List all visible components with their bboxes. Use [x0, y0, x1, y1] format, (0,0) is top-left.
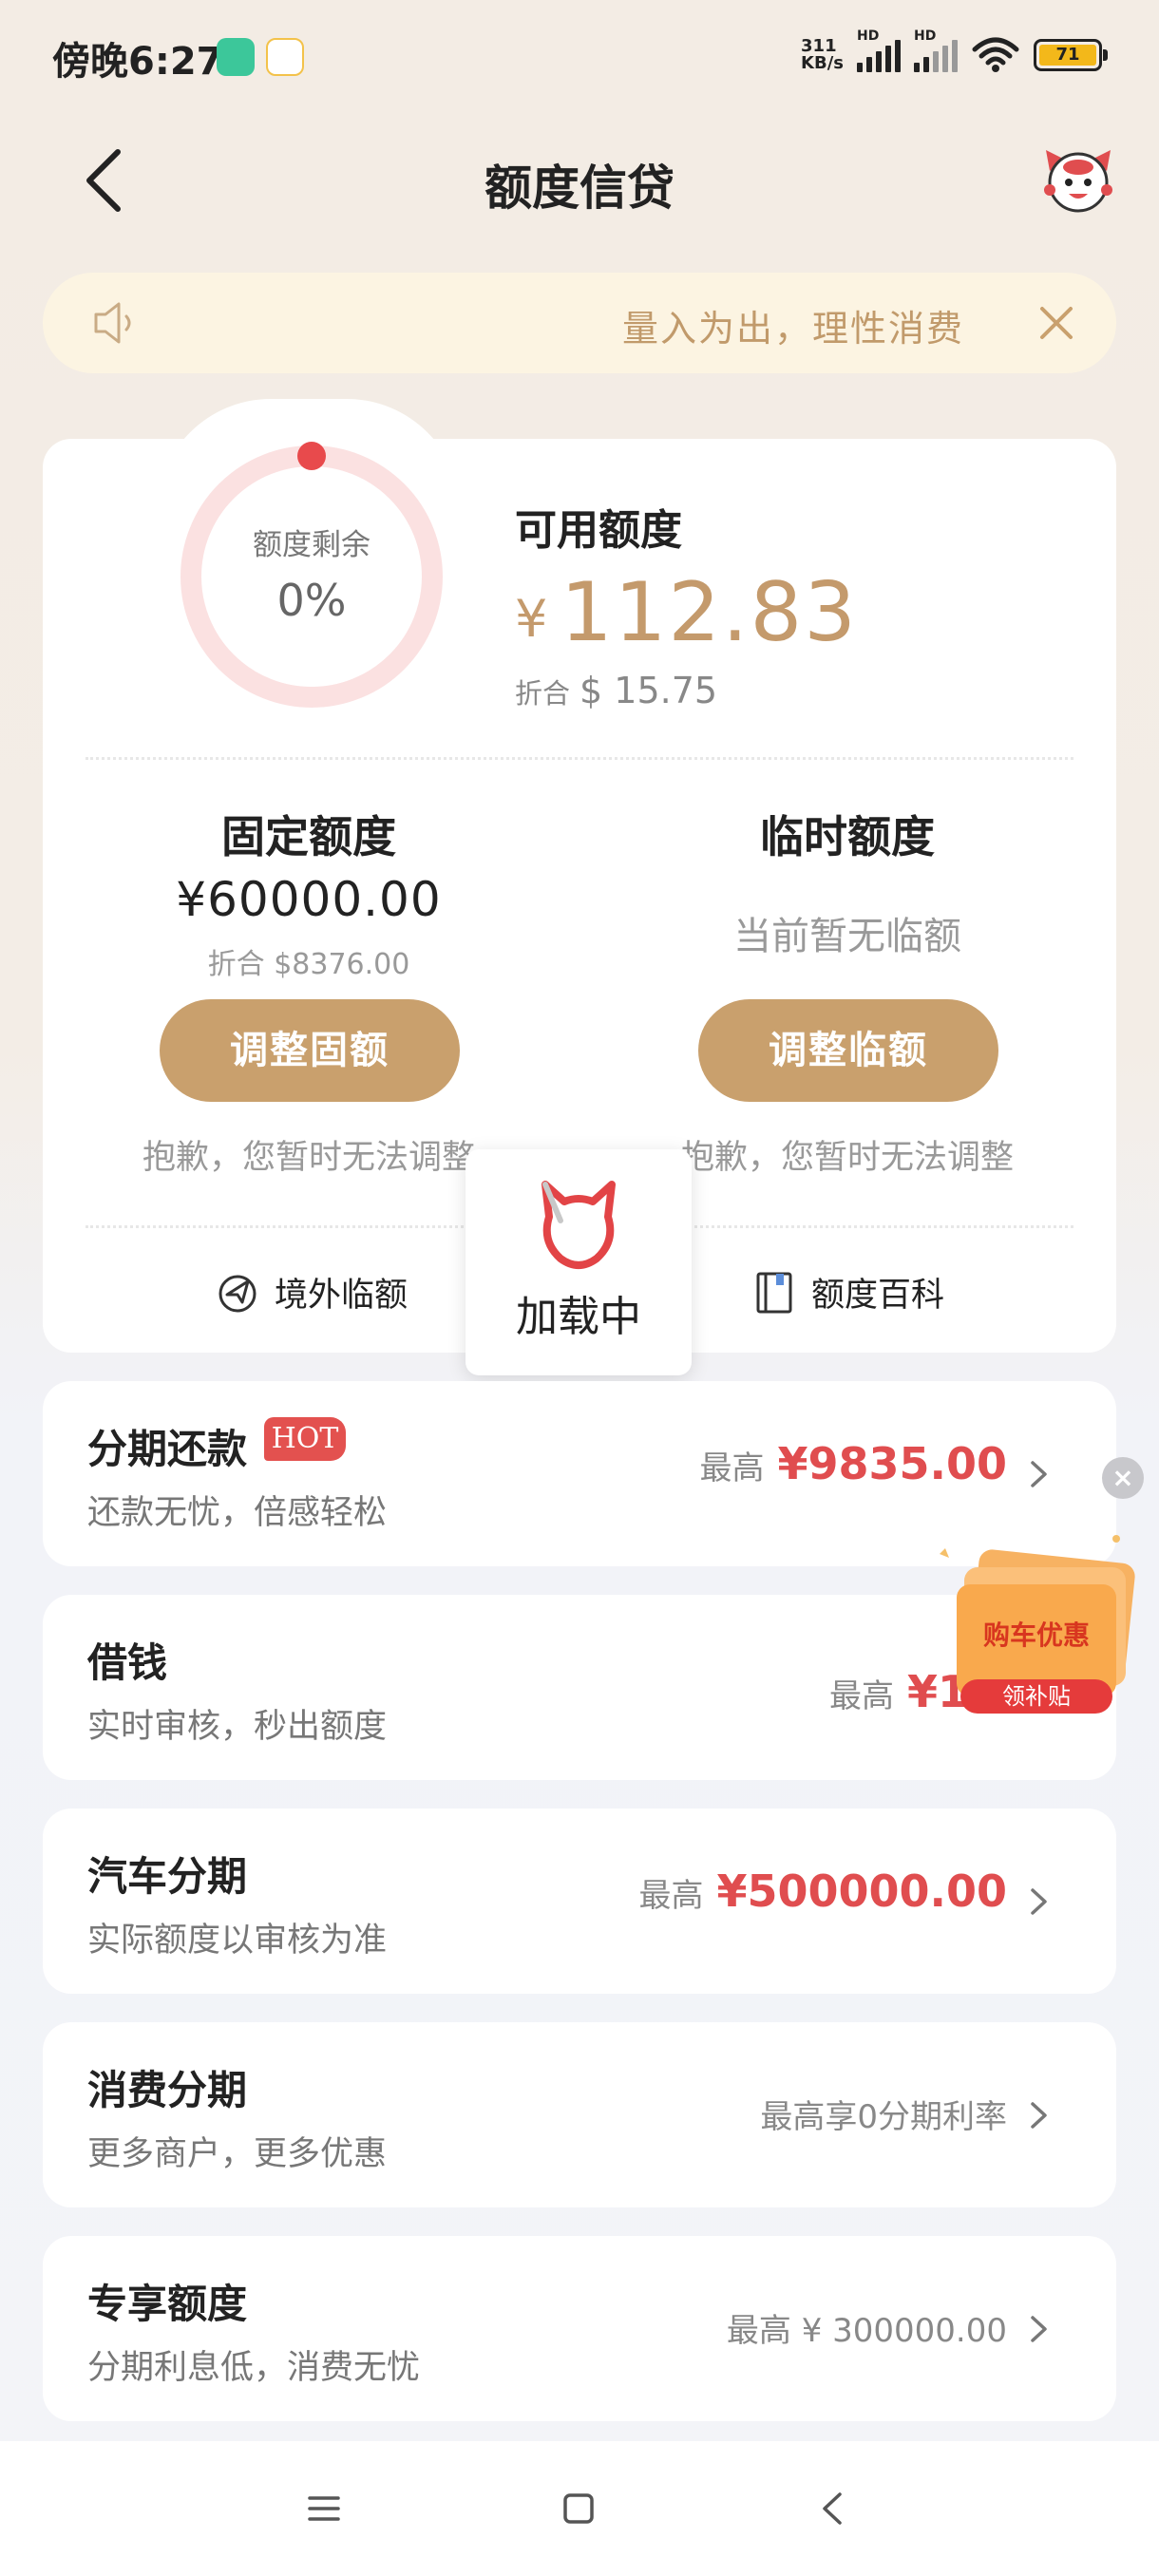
product-subtitle: 还款无忧，倍感轻松: [87, 1494, 388, 1532]
notice-text: 量入为出，理性消费: [621, 308, 964, 350]
equiv-label: 折合: [515, 677, 571, 710]
temp-title: 临时额度: [760, 811, 935, 862]
home-icon[interactable]: [557, 2487, 600, 2530]
max-amount: ¥500000.00: [716, 1866, 1007, 1917]
divider: [86, 757, 1074, 760]
status-time: 傍晚6:27: [52, 40, 223, 84]
signal-1-icon: HD: [857, 28, 901, 72]
product-card-exclusive-quota[interactable]: 专享额度 分期利息低，消费无忧 最高 ¥ 300000.00: [43, 2236, 1116, 2421]
product-subtitle: 更多商户，更多优惠: [87, 2135, 388, 2173]
promo-subtitle: 领补贴: [1002, 1683, 1071, 1710]
signal-2-icon: HD: [914, 28, 958, 72]
nav-back-icon[interactable]: [811, 2487, 855, 2530]
product-title: 借钱: [87, 1639, 168, 1686]
notice-bar: 量入为出，理性消费: [43, 273, 1116, 373]
product-right-text: 最高享0分期利率: [760, 2098, 1007, 2136]
ring-value: 0%: [276, 575, 347, 626]
plane-globe-icon: [218, 1275, 256, 1313]
battery-level: 71: [1039, 45, 1096, 66]
page-title: 额度信贷: [484, 161, 674, 216]
car-promo-float[interactable]: 购车优惠 领补贴: [936, 1520, 1150, 1724]
product-title: 分期还款: [87, 1426, 248, 1472]
available-equiv: 折合 $ 15.75: [515, 670, 717, 711]
ring-label: 额度剩余: [253, 528, 370, 562]
product-max-amount: 最高 ¥9835.00: [699, 1438, 1007, 1489]
product-card-car-installment[interactable]: 汽车分期 实际额度以审核为准 最高 ¥500000.00: [43, 1809, 1116, 1994]
quota-wiki-link[interactable]: 额度百科: [750, 1259, 944, 1325]
fixed-title: 固定额度: [221, 811, 396, 862]
available-label: 可用额度: [515, 506, 682, 555]
max-amount: ¥9835.00: [777, 1438, 1007, 1489]
wifi-icon: [972, 37, 1019, 72]
network-speed: 311 KB/s: [801, 38, 844, 72]
max-prefix: 最高: [638, 1877, 704, 1915]
hot-badge: HOT: [264, 1417, 346, 1461]
max-prefix: 最高: [699, 1449, 765, 1487]
product-max-amount: 最高 ¥500000.00: [638, 1866, 1007, 1917]
book-icon: [756, 1272, 792, 1314]
product-title: 消费分期: [87, 2067, 248, 2113]
fixed-equiv: 折合 $8376.00: [207, 948, 410, 981]
available-amount: 112.83: [560, 565, 858, 660]
overseas-link-label: 境外临额: [275, 1276, 408, 1315]
wiki-link-label: 额度百科: [811, 1276, 945, 1315]
equiv-amount: $ 15.75: [580, 670, 718, 711]
menu-icon[interactable]: [302, 2487, 346, 2530]
chevron-right-icon: [1031, 2316, 1047, 2342]
product-title: 专享额度: [87, 2281, 248, 2327]
chevron-right-icon: [1031, 1888, 1047, 1915]
speaker-icon: [94, 302, 131, 344]
app58-notification-icon: [266, 38, 304, 76]
chevron-right-icon: [1031, 2102, 1047, 2129]
net-speed-unit: KB/s: [801, 53, 844, 73]
mascot-service-icon[interactable]: [1040, 142, 1116, 218]
hd-label-1: HD: [857, 28, 880, 44]
product-right-text: 最高 ¥ 300000.00: [726, 2312, 1007, 2350]
status-indicators: 311 KB/s HD HD 71: [801, 28, 1108, 74]
adjust-temp-button[interactable]: 调整临额: [698, 999, 998, 1102]
product-title: 汽车分期: [87, 1853, 248, 1900]
hd-label-2: HD: [914, 28, 937, 44]
promo-close-button[interactable]: ×: [1102, 1457, 1144, 1499]
overseas-temp-link[interactable]: 境外临额: [214, 1259, 408, 1325]
battery-icon: 71: [1034, 39, 1108, 71]
product-card-consumer-installment[interactable]: 消费分期 更多商户，更多优惠 最高享0分期利率: [43, 2022, 1116, 2207]
product-subtitle: 分期利息低，消费无忧: [87, 2349, 421, 2387]
loading-cat-icon: [542, 1181, 616, 1269]
loading-toast: 加载中: [466, 1149, 692, 1375]
available-currency: ¥: [515, 589, 548, 649]
chevron-right-icon: [1031, 1461, 1047, 1487]
adjust-fixed-button[interactable]: 调整固额: [160, 999, 460, 1102]
loading-text: 加载中: [516, 1293, 641, 1341]
app-notification-icon: [217, 38, 255, 76]
product-subtitle: 实时审核，秒出额度: [87, 1708, 388, 1746]
temp-none-text: 当前暂无临额: [733, 915, 961, 958]
max-prefix: 最高: [829, 1677, 894, 1715]
fixed-amount: ¥60000.00: [176, 872, 442, 927]
status-bar: 傍晚6:27 311 KB/s HD HD 71: [0, 0, 1159, 114]
promo-title: 购车优惠: [982, 1619, 1090, 1651]
notice-close-button[interactable]: [1033, 299, 1080, 347]
product-subtitle: 实际额度以审核为准: [87, 1922, 388, 1960]
